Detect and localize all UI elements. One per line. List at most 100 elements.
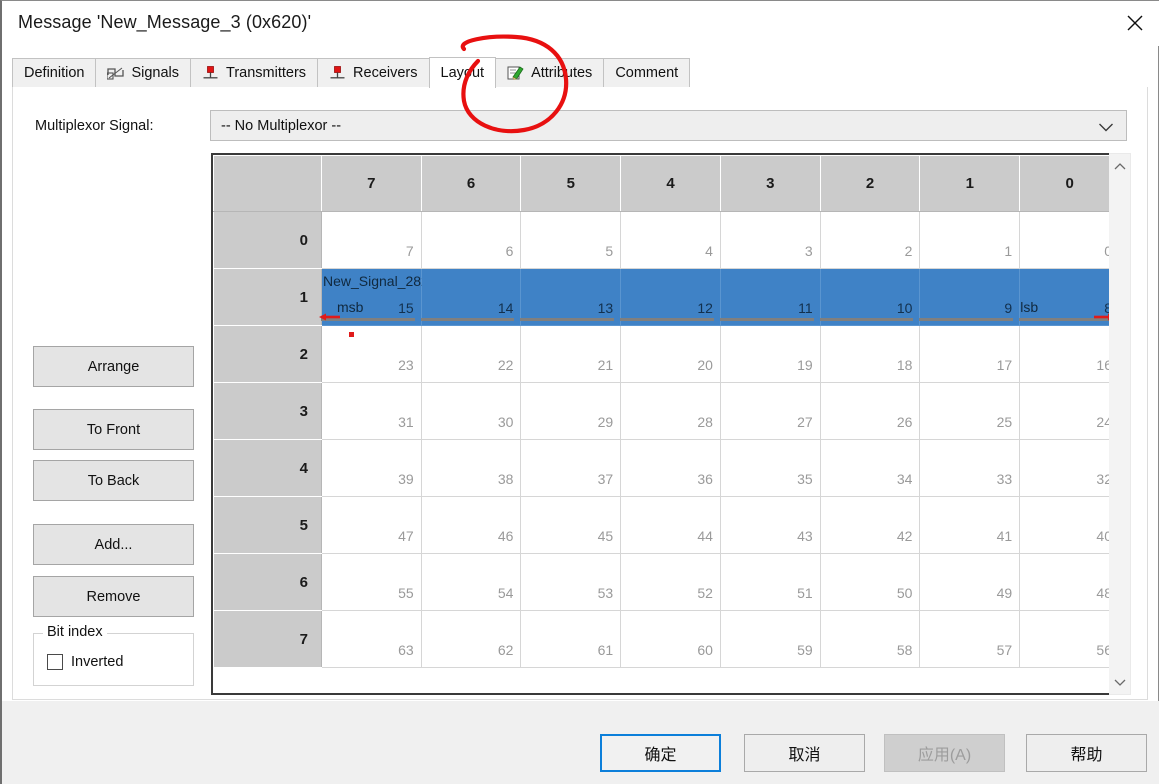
grid-cell[interactable]: 44 [620, 496, 721, 554]
grid-cell[interactable]: 17 [919, 325, 1021, 383]
inverted-checkbox[interactable] [47, 654, 63, 670]
grid-cell[interactable]: 36 [620, 439, 721, 497]
to-front-button[interactable]: To Front [33, 409, 194, 450]
grid-cell[interactable]: 19 [719, 325, 821, 383]
grid-cell[interactable]: 33 [919, 439, 1021, 497]
grid-cell-signal[interactable]: lsb8 [1019, 268, 1120, 326]
grid-row[interactable]: 5 47 46 45 44 43 42 41 40 [213, 496, 1120, 554]
multiplexor-signal-combobox[interactable]: -- No Multiplexor -- [210, 110, 1127, 141]
grid-cell-signal[interactable]: 12 [620, 268, 721, 326]
grid-cell[interactable]: 47 [320, 496, 422, 554]
grid-cell[interactable]: 26 [819, 382, 921, 440]
grid-cell[interactable]: 22 [420, 325, 522, 383]
grid-cell[interactable]: 43 [719, 496, 821, 554]
chevron-down-icon[interactable] [1109, 672, 1130, 692]
grid-cell-signal[interactable]: 11 [719, 268, 821, 326]
to-back-button[interactable]: To Back [33, 460, 194, 501]
grid-cell[interactable]: 27 [719, 382, 821, 440]
bit-layout-grid[interactable]: 7 6 5 4 3 2 1 0 0765432101New_Signal_282… [211, 153, 1122, 695]
grid-cell[interactable]: 51 [719, 553, 821, 611]
grid-cell[interactable]: 52 [620, 553, 721, 611]
tab-transmitters[interactable]: Transmitters [190, 58, 319, 87]
grid-column-header[interactable]: 2 [819, 155, 921, 212]
grid-cell[interactable]: 3 [719, 211, 821, 269]
grid-cell-signal[interactable]: New_Signal_282 msb 15 [318, 268, 429, 337]
grid-cell[interactable]: 48 [1019, 553, 1120, 611]
add-button[interactable]: Add... [33, 524, 194, 565]
grid-row-header[interactable]: 4 [213, 439, 322, 497]
grid-cell[interactable]: 21 [520, 325, 622, 383]
grid-cell[interactable]: 31 [320, 382, 422, 440]
grid-cell[interactable]: 4 [620, 211, 721, 269]
grid-cell[interactable]: 35 [719, 439, 821, 497]
grid-cell[interactable]: 39 [320, 439, 422, 497]
grid-column-header[interactable]: 5 [520, 155, 622, 212]
grid-cell-signal[interactable]: 9 [919, 268, 1021, 326]
grid-column-header[interactable]: 6 [420, 155, 522, 212]
grid-cell[interactable]: 16 [1019, 325, 1120, 383]
grid-cell[interactable]: 54 [420, 553, 522, 611]
grid-vertical-scrollbar[interactable] [1109, 153, 1131, 695]
grid-cell[interactable]: 34 [819, 439, 921, 497]
grid-cell[interactable]: 49 [919, 553, 1021, 611]
grid-cell[interactable]: 20 [620, 325, 721, 383]
grid-row-header[interactable]: 1 [213, 268, 322, 326]
grid-cell[interactable]: 60 [620, 610, 721, 668]
grid-row[interactable]: 7 63 62 61 60 59 58 57 56 [213, 610, 1120, 668]
grid-cell[interactable]: 41 [919, 496, 1021, 554]
grid-cell[interactable]: 46 [420, 496, 522, 554]
grid-cell[interactable]: 63 [320, 610, 422, 668]
cancel-button[interactable]: 取消 [744, 734, 865, 772]
grid-cell[interactable]: 40 [1019, 496, 1120, 554]
grid-row[interactable]: 6 55 54 53 52 51 50 49 48 [213, 553, 1120, 611]
grid-row-header[interactable]: 3 [213, 382, 322, 440]
grid-row-header[interactable]: 5 [213, 496, 322, 554]
grid-cell-signal[interactable]: 13 [520, 268, 622, 326]
tab-layout[interactable]: Layout [428, 57, 497, 88]
grid-cell[interactable]: 24 [1019, 382, 1120, 440]
help-button[interactable]: 帮助 [1026, 734, 1147, 772]
grid-column-header[interactable]: 7 [320, 155, 422, 212]
grid-row[interactable]: 4 39 38 37 36 35 34 33 32 [213, 439, 1120, 497]
grid-column-header[interactable]: 0 [1019, 155, 1120, 212]
inverted-checkbox-row[interactable]: Inverted [47, 654, 123, 670]
grid-cell[interactable]: 7 [320, 211, 422, 269]
tab-receivers[interactable]: Receivers [317, 58, 430, 87]
grid-cell[interactable]: 55 [320, 553, 422, 611]
close-icon[interactable] [1111, 1, 1159, 45]
grid-row[interactable]: 1New_Signal_282msb15 14 13 12 11 10 9 lsb8 [213, 268, 1120, 337]
grid-column-header[interactable]: 4 [620, 155, 721, 212]
grid-cell[interactable]: 6 [420, 211, 522, 269]
grid-cell[interactable]: 28 [620, 382, 721, 440]
grid-cell[interactable]: 37 [520, 439, 622, 497]
grid-cell[interactable]: 42 [819, 496, 921, 554]
grid-cell[interactable]: 38 [420, 439, 522, 497]
grid-cell[interactable]: 53 [520, 553, 622, 611]
chevron-down-icon[interactable] [1098, 120, 1114, 138]
grid-cell[interactable]: 23 [320, 325, 422, 383]
ok-button[interactable]: 确定 [600, 734, 721, 772]
grid-row[interactable]: 3 31 30 29 28 27 26 25 24 [213, 382, 1120, 440]
grid-cell[interactable]: 0 [1019, 211, 1120, 269]
tab-attributes[interactable]: Attributes [495, 58, 605, 87]
grid-cell[interactable]: 62 [420, 610, 522, 668]
tab-comment[interactable]: Comment [603, 58, 691, 87]
grid-cell[interactable]: 25 [919, 382, 1021, 440]
grid-column-header[interactable]: 1 [919, 155, 1021, 212]
grid-cell[interactable]: 57 [919, 610, 1021, 668]
grid-row-header[interactable]: 7 [213, 610, 322, 668]
grid-cell[interactable]: 18 [819, 325, 921, 383]
grid-row-header[interactable]: 0 [213, 211, 322, 269]
grid-cell[interactable]: 29 [520, 382, 622, 440]
tab-signals[interactable]: Signals [95, 58, 192, 87]
tab-definition[interactable]: Definition [12, 58, 97, 87]
grid-row[interactable]: 076543210 [213, 211, 1120, 269]
grid-cell[interactable]: 50 [819, 553, 921, 611]
grid-cell[interactable]: 1 [919, 211, 1021, 269]
grid-row-header[interactable]: 2 [213, 325, 322, 383]
grid-column-header[interactable]: 3 [719, 155, 821, 212]
grid-cell[interactable]: 58 [819, 610, 921, 668]
grid-cell[interactable]: 59 [719, 610, 821, 668]
grid-cell[interactable]: 56 [1019, 610, 1120, 668]
grid-cell-signal[interactable]: 10 [819, 268, 921, 326]
